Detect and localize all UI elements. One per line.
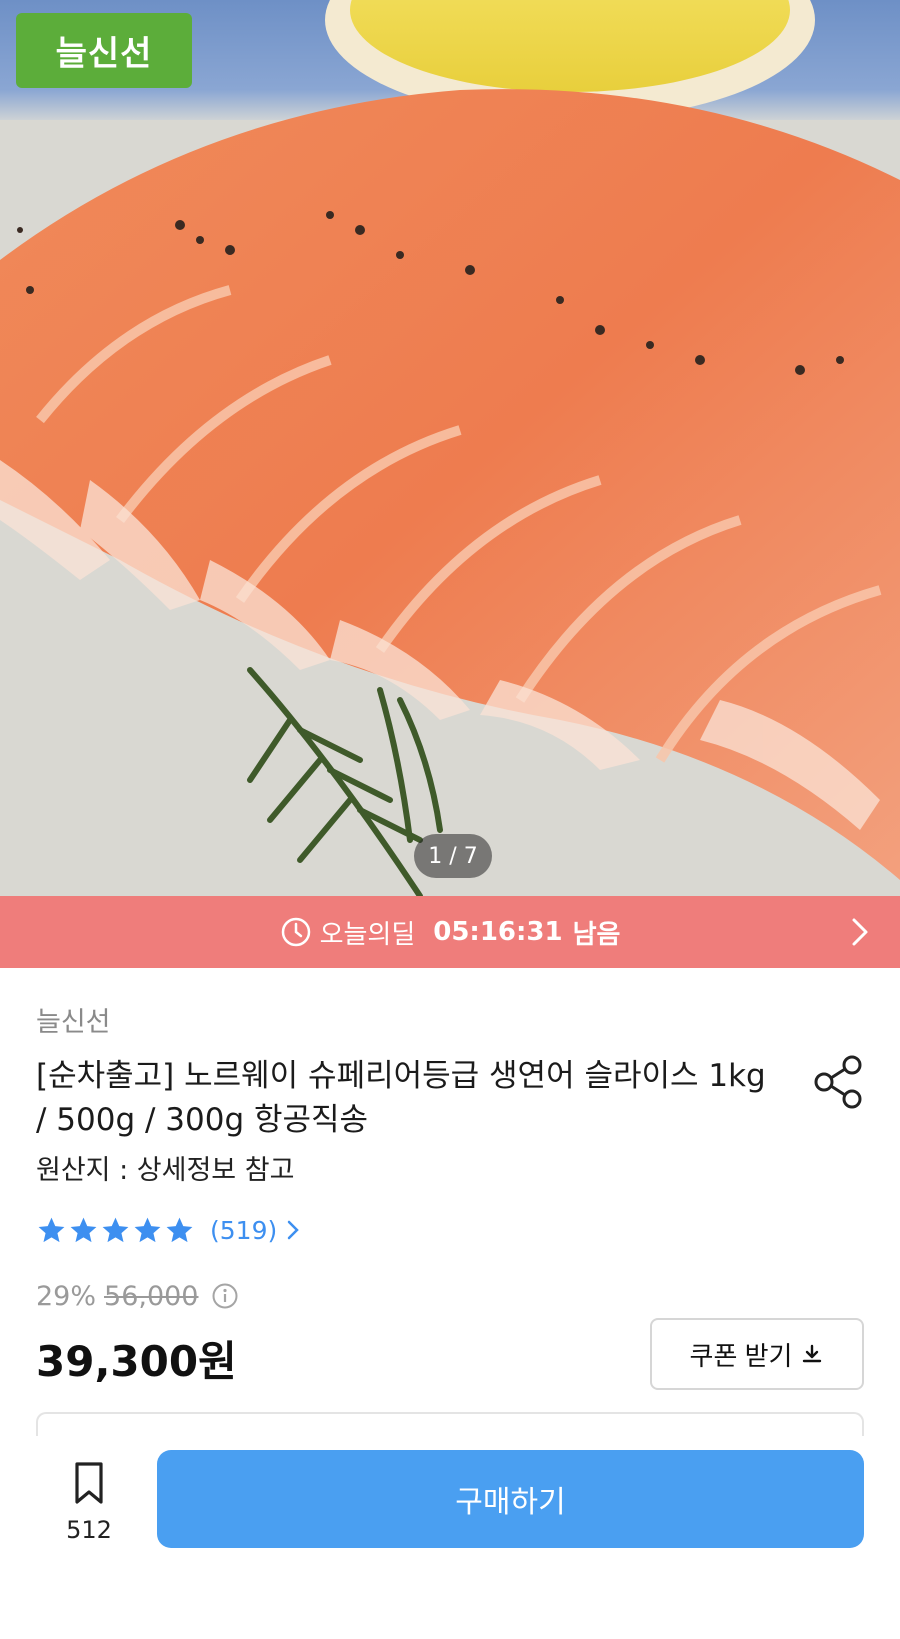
buy-button[interactable]: 구매하기	[157, 1450, 864, 1548]
star-icon	[134, 1217, 161, 1242]
chevron-right-icon	[287, 1220, 300, 1240]
image-pager: 1 / 7	[414, 834, 492, 878]
star-icon	[38, 1217, 65, 1242]
original-price: 56,000	[104, 1280, 199, 1312]
deal-label: 오늘의딜	[319, 919, 416, 950]
deal-countdown: 05:16:31	[433, 917, 563, 947]
seller-name[interactable]: 늘신선	[36, 1000, 111, 1039]
coupon-download-button[interactable]: 쿠폰 받기	[650, 1318, 864, 1390]
coupon-button-label: 쿠폰 받기	[689, 1340, 793, 1371]
review-count: (519)	[210, 1215, 278, 1245]
bookmark-icon	[75, 1462, 103, 1504]
bookmark-button[interactable]: 512	[58, 1460, 120, 1546]
deal-remaining-suffix: 남음	[572, 919, 621, 950]
product-image[interactable]: 늘신선 1 / 7	[0, 0, 900, 896]
product-title: [순차출고] 노르웨이 슈페리어등급 생연어 슬라이스 1kg / 500g /…	[36, 1058, 766, 1138]
star-icon	[102, 1217, 129, 1242]
rating-summary[interactable]: (519)	[36, 1210, 301, 1250]
share-icon[interactable]	[812, 1054, 864, 1110]
bottom-action-bar: 512 구매하기	[0, 1436, 900, 1639]
todays-deal-bar[interactable]: 오늘의딜 05:16:31 남음	[0, 896, 900, 968]
chevron-right-icon	[852, 918, 868, 946]
discount-row: 29% 56,000	[36, 1278, 239, 1314]
bookmark-count: 512	[66, 1516, 112, 1544]
sale-price: 39,300원	[36, 1337, 237, 1386]
product-detail-page: 늘신선 1 / 7 오늘의딜 05:16:31 남음 늘신선 [순차출고] 노르…	[0, 0, 900, 1639]
origin-info: 원산지 : 상세정보 참고	[36, 1155, 295, 1186]
info-icon[interactable]	[211, 1282, 239, 1310]
clock-icon	[281, 917, 310, 947]
discount-percent: 29%	[36, 1280, 97, 1312]
star-icon	[70, 1217, 97, 1242]
star-rating	[36, 1215, 196, 1246]
salmon-photo	[0, 0, 900, 896]
download-icon	[803, 1344, 822, 1363]
brand-badge: 늘신선	[16, 13, 192, 88]
star-icon	[166, 1217, 193, 1242]
